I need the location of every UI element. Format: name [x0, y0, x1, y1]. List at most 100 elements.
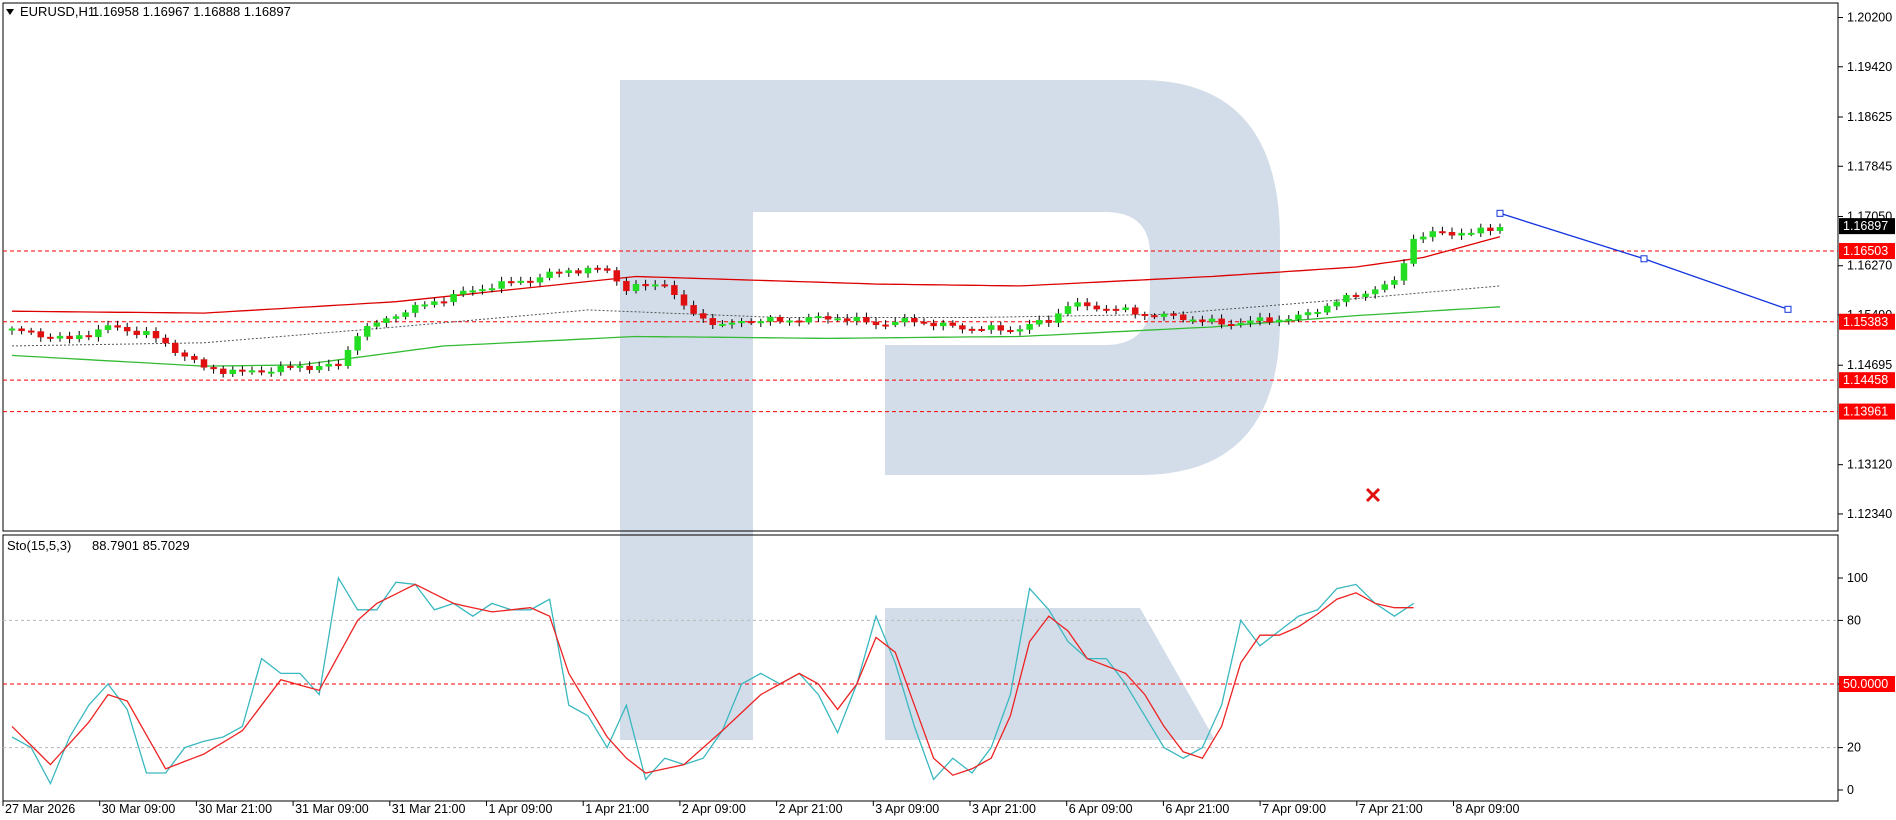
candle-body	[1429, 231, 1437, 238]
current-price-tag: 1.16897	[1843, 219, 1888, 233]
candle-body	[1016, 329, 1024, 332]
candle-body	[1343, 294, 1350, 303]
candle-body	[27, 330, 35, 333]
candle-body	[85, 335, 93, 338]
candle-body	[1170, 313, 1177, 316]
candle-body	[843, 318, 851, 322]
stoch-title: Sto(15,5,3)	[7, 538, 71, 553]
candle-body	[1323, 305, 1331, 313]
stoch-level-tag: 50.0000	[1843, 677, 1888, 691]
ohlc-values: 1.16958 1.16967 1.16888 1.16897	[92, 4, 291, 19]
forecast-anchor	[1640, 255, 1648, 263]
candle-body	[95, 329, 102, 338]
candle-body	[872, 321, 880, 326]
price-tick-label: 1.20200	[1847, 11, 1892, 25]
candle-body	[296, 365, 304, 368]
time-tick-label: 3 Apr 09:00	[875, 802, 939, 816]
candle-body	[987, 325, 995, 330]
candle-body	[1285, 318, 1293, 321]
candle-body	[536, 277, 544, 283]
candle-body	[469, 290, 477, 293]
candle-body	[47, 336, 54, 339]
candle-body	[1237, 322, 1245, 326]
candle-body	[123, 327, 131, 332]
candle-body	[325, 363, 333, 367]
candle-body	[786, 320, 793, 323]
candle-body	[978, 328, 985, 331]
price-tick-label: 1.18625	[1847, 110, 1892, 124]
price-tick-label: 1.12340	[1847, 507, 1892, 521]
stoch-tick-label: 100	[1847, 571, 1868, 585]
candle-body	[632, 283, 640, 292]
candle-body	[671, 285, 678, 295]
price-level-tag: 1.16503	[1843, 244, 1888, 258]
time-tick-label: 31 Mar 21:00	[392, 802, 466, 816]
time-tick-label: 1 Apr 09:00	[489, 802, 553, 816]
price-tick-label: 1.19420	[1847, 60, 1892, 74]
candle-body	[1045, 320, 1053, 323]
candle-body	[431, 301, 438, 305]
price-tick-label: 1.14695	[1847, 358, 1892, 372]
candle-body	[1467, 232, 1475, 235]
candle-body	[623, 280, 630, 292]
menu-arrow-icon[interactable]	[6, 9, 14, 15]
candle-body	[1179, 314, 1187, 321]
candle-body	[920, 321, 928, 324]
time-tick-label: 2 Apr 21:00	[779, 802, 843, 816]
candle-body	[143, 330, 150, 335]
candle-body	[555, 271, 563, 274]
time-tick-label: 3 Apr 21:00	[972, 802, 1036, 816]
candle-body	[402, 312, 409, 317]
candle-body	[363, 326, 371, 337]
candle-body	[863, 317, 870, 323]
price-axis[interactable]: 1.202001.194201.186251.178451.170501.162…	[1838, 11, 1892, 521]
symbol-title: EURUSD,H1	[20, 4, 95, 19]
candle-body	[891, 321, 899, 326]
candle-body	[959, 325, 966, 330]
candle-body	[1093, 305, 1101, 310]
candle-body	[1141, 314, 1149, 317]
candle-body	[373, 322, 381, 327]
candle-body	[411, 304, 419, 313]
candle-body	[1055, 313, 1062, 323]
candle-body	[1314, 311, 1321, 314]
candle-body	[1026, 324, 1033, 330]
candle-body	[1247, 320, 1254, 324]
watermark-r-leg	[885, 608, 1215, 740]
candle-body	[479, 289, 486, 292]
candle-body	[66, 335, 73, 340]
candle-body	[1304, 312, 1312, 316]
candle-body	[1064, 306, 1072, 314]
candle-body	[354, 336, 361, 351]
forecast-anchor	[1496, 209, 1504, 217]
candle-body	[690, 305, 697, 314]
candle-body	[1007, 330, 1014, 333]
candle-body	[680, 294, 688, 306]
watermark-logo-icon	[620, 80, 1280, 740]
candle-body	[911, 317, 918, 323]
time-tick-label: 7 Apr 09:00	[1262, 802, 1326, 816]
red-cross-icon	[1365, 487, 1381, 503]
candle-body	[1208, 318, 1216, 322]
time-axis[interactable]: 27 Mar 2026 30 Mar 09:00 30 Mar 21:00 31 Ma…	[2, 801, 1519, 816]
candle-body	[1362, 293, 1369, 298]
candle-body	[1074, 302, 1081, 307]
candle-body	[219, 368, 227, 375]
candle-body	[1275, 319, 1283, 323]
forecast-anchor	[1784, 305, 1792, 313]
time-tick-label: 30 Mar 21:00	[198, 802, 272, 816]
candle-body	[1381, 284, 1389, 290]
candle-body	[834, 318, 841, 321]
candle-body	[1035, 320, 1043, 325]
candle-body	[805, 317, 813, 323]
candle-body	[651, 284, 659, 287]
candle-body	[853, 317, 861, 322]
candle-body	[133, 330, 141, 335]
candle-body	[747, 321, 755, 324]
forecast-line[interactable]	[1496, 209, 1792, 313]
candle-body	[594, 267, 601, 270]
candle-body	[1439, 231, 1446, 234]
candle-body	[1151, 315, 1158, 318]
candle-body	[459, 290, 467, 295]
price-tick-label: 1.13120	[1847, 458, 1892, 472]
